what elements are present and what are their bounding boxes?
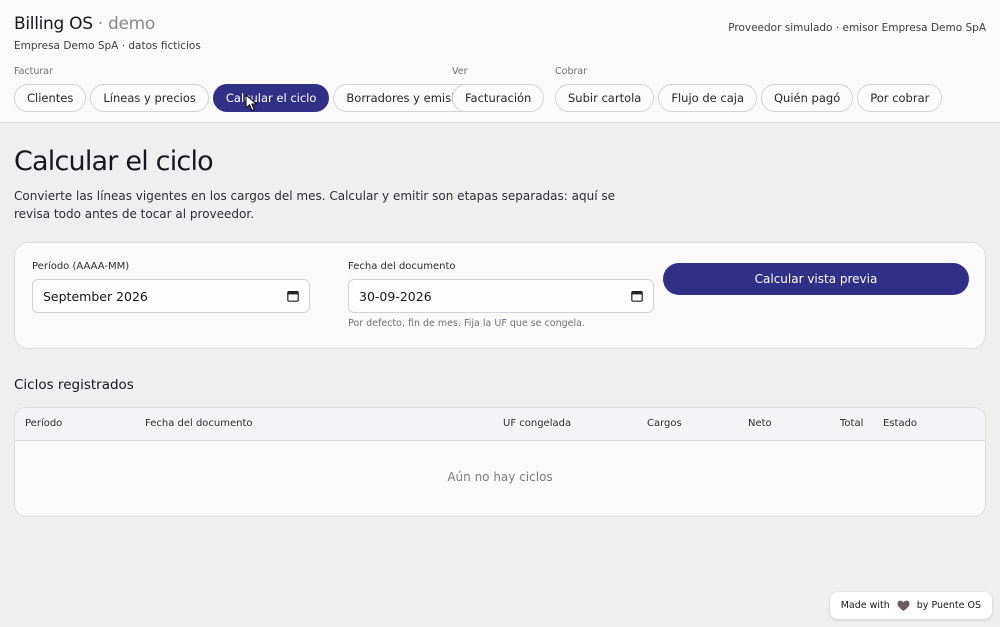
table-header: Período Fecha del documento UF congelada… xyxy=(15,408,985,441)
tab-calcular-el-ciclo[interactable]: Calcular el ciclo xyxy=(212,84,330,112)
calculate-preview-button[interactable]: Calcular vista previa xyxy=(663,263,969,295)
app-header: Billing OS · demo Empresa Demo SpA · dat… xyxy=(0,0,1000,123)
pointer-cursor-icon xyxy=(245,94,258,112)
tab-lineas-y-precios[interactable]: Líneas y precios xyxy=(90,84,209,112)
page-description: Convierte las líneas vigentes en los car… xyxy=(14,189,615,221)
column-uf-congelada: UF congelada xyxy=(503,418,572,429)
column-cargos: Cargos xyxy=(647,418,682,429)
period-value: September 2026 xyxy=(43,288,148,304)
made-with-badge[interactable]: Made with by Puente OS xyxy=(829,592,992,619)
document-date-input[interactable]: 30-09-2026 xyxy=(348,279,654,313)
heart-icon xyxy=(897,600,910,611)
tab-clientes[interactable]: Clientes xyxy=(14,84,87,112)
cycles-table: Período Fecha del documento UF congelada… xyxy=(14,407,986,517)
period-input[interactable]: September 2026 xyxy=(32,279,310,313)
column-fecha-del-documento: Fecha del documento xyxy=(145,418,253,429)
period-label: Período (AAAA-MM) xyxy=(32,261,130,272)
badge-suffix: by Puente OS xyxy=(916,600,981,611)
column-neto: Neto xyxy=(748,418,772,429)
empty-state: Aún no hay ciclos xyxy=(447,470,553,484)
column-periodo: Período xyxy=(25,418,63,429)
nav-group-facturar: Facturar xyxy=(14,66,54,77)
provider-label: Proveedor simulado · emisor Empresa Demo… xyxy=(728,22,986,34)
cycle-form-card: Período (AAAA-MM) September 2026 Fecha d… xyxy=(14,242,986,349)
badge-prefix: Made with xyxy=(840,600,890,611)
nav-ver: Facturación xyxy=(452,84,545,112)
brand-demo-tag: demo xyxy=(108,14,156,34)
tab-flujo-de-caja[interactable]: Flujo de caja xyxy=(658,84,757,112)
tab-quien-pago[interactable]: Quién pagó xyxy=(761,84,854,112)
tab-por-cobrar[interactable]: Por cobrar xyxy=(857,84,943,112)
column-estado: Estado xyxy=(883,418,918,429)
column-total: Total xyxy=(840,418,864,429)
app-title: Billing OS xyxy=(14,14,93,34)
brand-separator: · xyxy=(92,14,109,34)
nav-cobrar: Subir cartola Flujo de caja Quién pagó P… xyxy=(555,84,943,112)
document-date-value: 30-09-2026 xyxy=(359,288,432,304)
app-brand: Billing OS · demo xyxy=(14,14,155,34)
page-title: Calcular el ciclo xyxy=(14,146,214,177)
calendar-icon[interactable] xyxy=(287,290,299,302)
nav-group-cobrar: Cobrar xyxy=(555,66,588,77)
tab-subir-cartola[interactable]: Subir cartola xyxy=(555,84,655,112)
cycles-section-title: Ciclos registrados xyxy=(14,377,134,393)
document-date-hint: Por defecto, fin de mes. Fija la UF que … xyxy=(348,318,585,329)
calendar-icon[interactable] xyxy=(631,290,643,302)
company-subtitle: Empresa Demo SpA · datos ficticios xyxy=(14,40,201,52)
nav-group-ver: Ver xyxy=(452,66,468,77)
tab-facturacion[interactable]: Facturación xyxy=(452,84,545,112)
document-date-label: Fecha del documento xyxy=(348,261,456,272)
